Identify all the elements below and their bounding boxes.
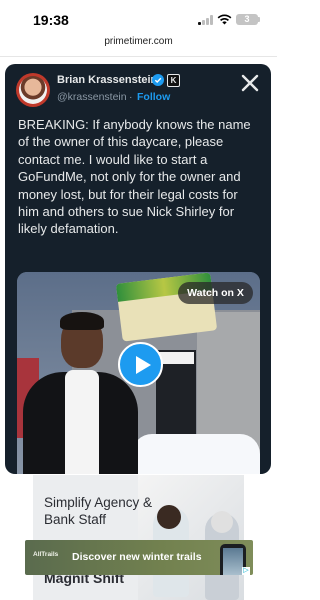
affiliate-badge-icon: K: [167, 74, 180, 87]
tweet-text: BREAKING: If anybody knows the name of t…: [18, 117, 251, 237]
play-icon: [136, 356, 151, 374]
status-bar: 19:38 3: [0, 0, 277, 36]
battery-nub: [258, 17, 260, 22]
cell-signal-icon: [198, 15, 214, 25]
tweet-video[interactable]: Watch on X: [17, 272, 260, 474]
watch-on-x-button[interactable]: Watch on X: [178, 282, 253, 304]
banner-ad-text: Discover new winter trails: [72, 551, 202, 563]
verified-badge-icon: [152, 74, 164, 86]
x-logo-icon[interactable]: [241, 74, 259, 92]
embedded-tweet[interactable]: Brian Krassenstein K @krassenstein · Fol…: [5, 64, 271, 474]
author-name[interactable]: Brian Krassenstein: [57, 74, 157, 86]
wifi-icon: [217, 14, 232, 25]
battery-icon: 3: [236, 14, 258, 25]
alltrails-logo: AllTrails: [33, 551, 59, 558]
avatar[interactable]: [16, 73, 50, 107]
author-handle[interactable]: @krassenstein: [57, 91, 127, 103]
url-divider: [0, 56, 277, 57]
alltrails-banner-ad[interactable]: AllTrails Discover new winter trails: [25, 540, 253, 575]
follow-link[interactable]: Follow: [137, 91, 170, 103]
status-time: 19:38: [33, 12, 69, 28]
url-bar[interactable]: primetimer.com: [0, 36, 277, 56]
handle-separator: ·: [129, 91, 133, 103]
ad-headline: Simplify Agency & Bank Staff: [44, 495, 153, 527]
ad-choices-icon[interactable]: ▷: [242, 567, 250, 575]
play-button[interactable]: [118, 342, 163, 387]
display-ad[interactable]: Simplify Agency & Bank Staff Magnit Shif…: [33, 475, 244, 600]
